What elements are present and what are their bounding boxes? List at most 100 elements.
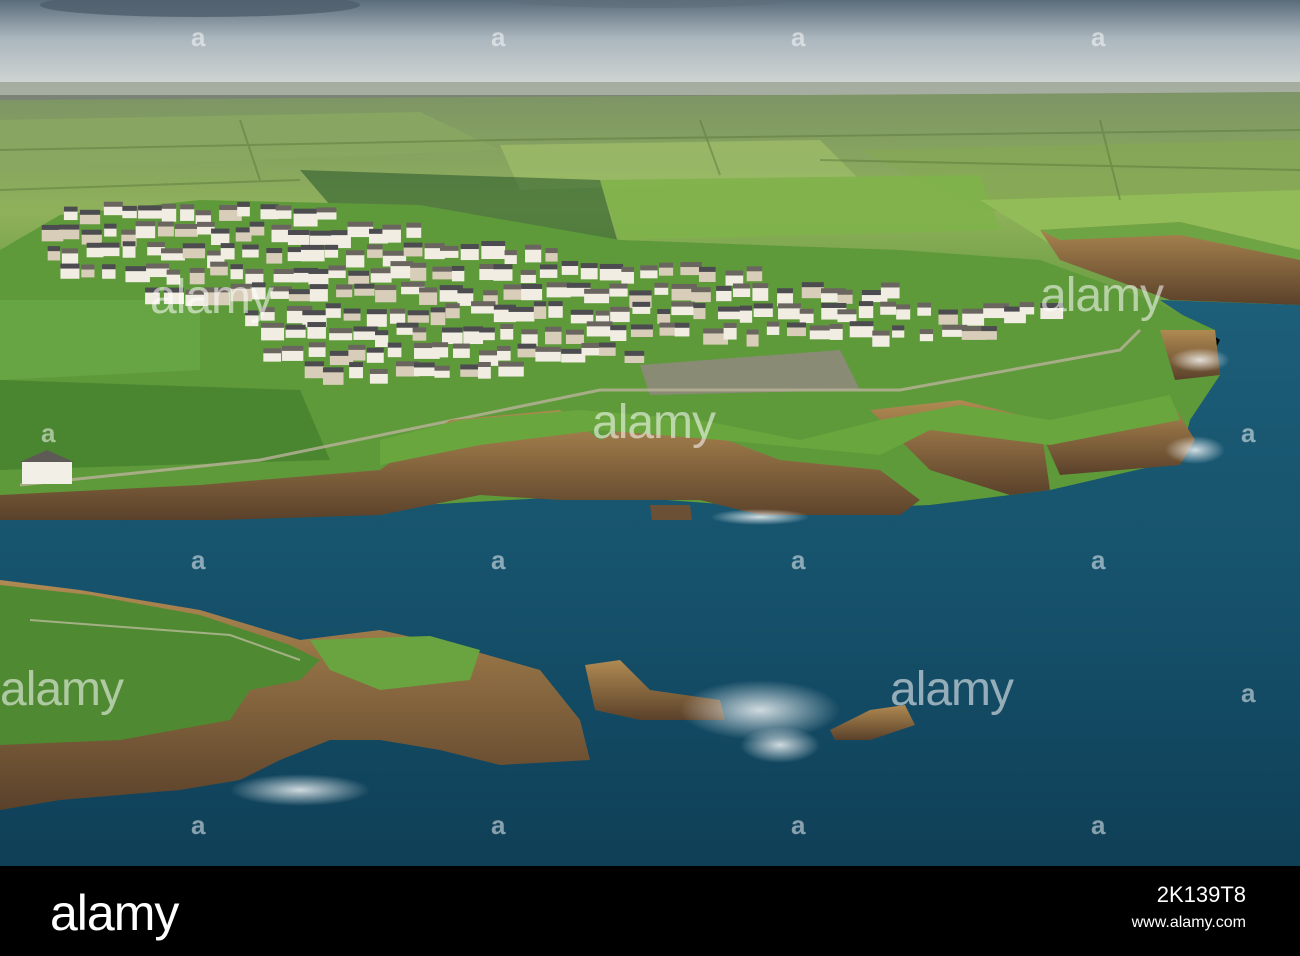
house <box>548 305 563 318</box>
house-roof <box>504 250 517 256</box>
house-roof <box>302 310 327 316</box>
house-roof <box>723 322 737 328</box>
house <box>336 288 353 298</box>
house <box>917 306 932 316</box>
house <box>245 314 259 327</box>
house-roof <box>521 329 538 335</box>
house-roof <box>453 343 470 349</box>
house-roof <box>892 325 905 331</box>
house <box>478 365 491 379</box>
house-roof <box>610 325 627 331</box>
house <box>307 326 326 339</box>
house-roof <box>717 306 744 312</box>
house <box>440 249 459 258</box>
house-roof <box>287 229 310 235</box>
house <box>609 287 628 297</box>
house <box>413 366 435 377</box>
house <box>520 273 536 283</box>
house-roof <box>329 328 353 334</box>
watermark-mark: a <box>491 22 506 52</box>
house <box>919 333 934 342</box>
house-roof <box>174 223 198 229</box>
house-roof <box>146 263 170 269</box>
house <box>349 366 363 379</box>
house <box>235 231 252 242</box>
house-roof <box>829 323 843 329</box>
house-roof <box>261 322 285 328</box>
house-roof <box>47 246 61 252</box>
house-roof <box>382 224 401 230</box>
house-roof <box>387 342 402 348</box>
house-roof <box>189 267 205 273</box>
house-roof <box>919 329 934 335</box>
house-roof <box>100 242 120 248</box>
house <box>366 351 384 363</box>
house <box>370 272 392 283</box>
house-roof <box>872 330 890 336</box>
watermark-mark: a <box>1241 678 1256 708</box>
house <box>366 313 387 327</box>
house-roof <box>693 303 706 309</box>
house-roof <box>801 282 824 288</box>
house-roof <box>196 221 215 227</box>
house-roof <box>787 322 806 328</box>
house <box>535 350 561 362</box>
alamy-logo: alamy <box>50 885 179 941</box>
house-roof <box>599 342 616 348</box>
house <box>353 330 378 340</box>
house <box>1040 307 1064 320</box>
house-roof <box>632 301 651 307</box>
house-roof <box>674 322 690 328</box>
house-roof <box>837 309 857 315</box>
house-roof <box>382 250 407 256</box>
house <box>406 226 422 238</box>
house-roof <box>732 283 751 289</box>
house-roof <box>691 287 711 293</box>
house <box>880 305 897 315</box>
house <box>293 212 318 227</box>
house <box>275 209 292 219</box>
house <box>407 314 429 323</box>
house <box>63 210 78 221</box>
house-roof <box>308 268 329 274</box>
house-roof <box>460 244 479 250</box>
house-roof <box>716 285 732 291</box>
house <box>517 347 537 358</box>
house-roof <box>610 306 630 312</box>
house-roof <box>157 221 174 227</box>
house <box>174 227 198 237</box>
house-roof <box>481 241 506 247</box>
house-roof <box>586 321 613 327</box>
house-roof <box>60 263 80 269</box>
house-roof <box>837 289 853 295</box>
house-roof <box>412 327 427 333</box>
house-roof <box>353 326 378 332</box>
house-roof <box>285 324 306 330</box>
house <box>500 328 514 340</box>
house <box>752 287 769 301</box>
photo-stage: alamy alamy alamy alamy alamy a a a a a … <box>0 0 1300 956</box>
house <box>723 326 737 340</box>
house-roof <box>520 269 536 275</box>
house <box>451 269 465 282</box>
house-roof <box>1040 303 1064 309</box>
house <box>382 228 401 243</box>
watermark-mark: a <box>191 545 206 575</box>
house <box>498 365 524 377</box>
house <box>308 346 326 357</box>
watermark-mark: a <box>1091 22 1106 52</box>
house-roof <box>230 283 253 289</box>
house-roof <box>309 284 328 290</box>
house-roof <box>304 361 325 367</box>
house <box>354 287 375 296</box>
house <box>285 328 306 338</box>
house-roof <box>497 345 511 351</box>
house <box>242 248 259 258</box>
house-roof <box>753 303 773 309</box>
house <box>180 208 195 221</box>
house-roof <box>565 329 584 335</box>
house-roof <box>396 322 419 328</box>
house-roof <box>390 261 413 267</box>
house <box>658 266 674 276</box>
house-roof <box>211 228 230 234</box>
